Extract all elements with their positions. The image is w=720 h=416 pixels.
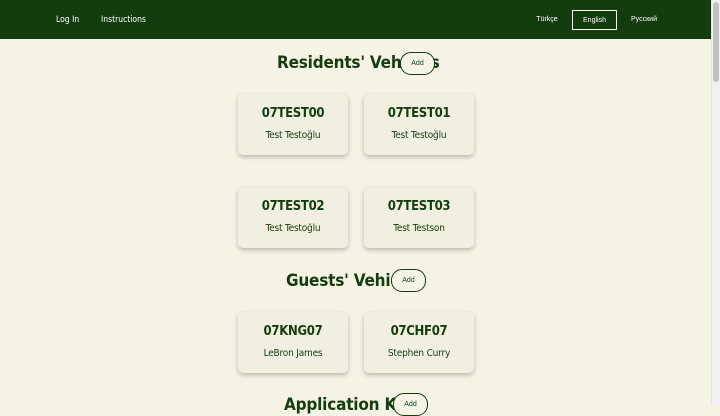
resident-vehicle-card[interactable]: 07TEST00 Test Testoğlu [238,94,348,155]
vehicle-plate: 07TEST03 [387,199,451,214]
vehicle-owner: Stephen Curry [387,348,451,359]
vehicle-plate: 07KNG07 [263,324,323,339]
vehicle-owner: LeBron James [263,348,323,359]
top-navbar: Log In Instructions Türkçe English Русск… [0,0,711,39]
page-scrollbar[interactable] [711,0,720,405]
guest-vehicle-card[interactable]: 07KNG07 LeBron James [238,312,348,373]
vehicle-owner: Test Testson [393,223,445,234]
resident-vehicle-card[interactable]: 07TEST03 Test Testson [364,187,474,248]
vehicle-owner: Test Testoğlu [265,223,321,234]
language-turkish-button[interactable]: Türkçe [529,10,565,30]
language-russian-button[interactable]: Русский [626,10,662,30]
resident-vehicle-card[interactable]: 07TEST01 Test Testoğlu [364,94,474,155]
vehicle-plate: 07CHF07 [390,324,448,339]
vehicle-plate: 07TEST01 [387,106,451,121]
vehicle-owner: Test Testoğlu [265,130,321,141]
guest-vehicle-card[interactable]: 07CHF07 Stephen Curry [364,312,474,373]
vehicle-owner: Test Testoğlu [391,130,447,141]
vehicle-plate: 07TEST00 [261,106,325,121]
scrollbar-thumb[interactable] [713,2,719,82]
vehicle-plate: 07TEST02 [261,199,325,214]
add-guest-vehicle-button[interactable]: Add [391,269,426,292]
add-resident-vehicle-button[interactable]: Add [400,52,435,75]
resident-vehicle-card[interactable]: 07TEST02 Test Testoğlu [238,187,348,248]
instructions-link[interactable]: Instructions [101,0,146,39]
language-english-button[interactable]: English [572,10,617,30]
login-link[interactable]: Log In [56,0,79,39]
